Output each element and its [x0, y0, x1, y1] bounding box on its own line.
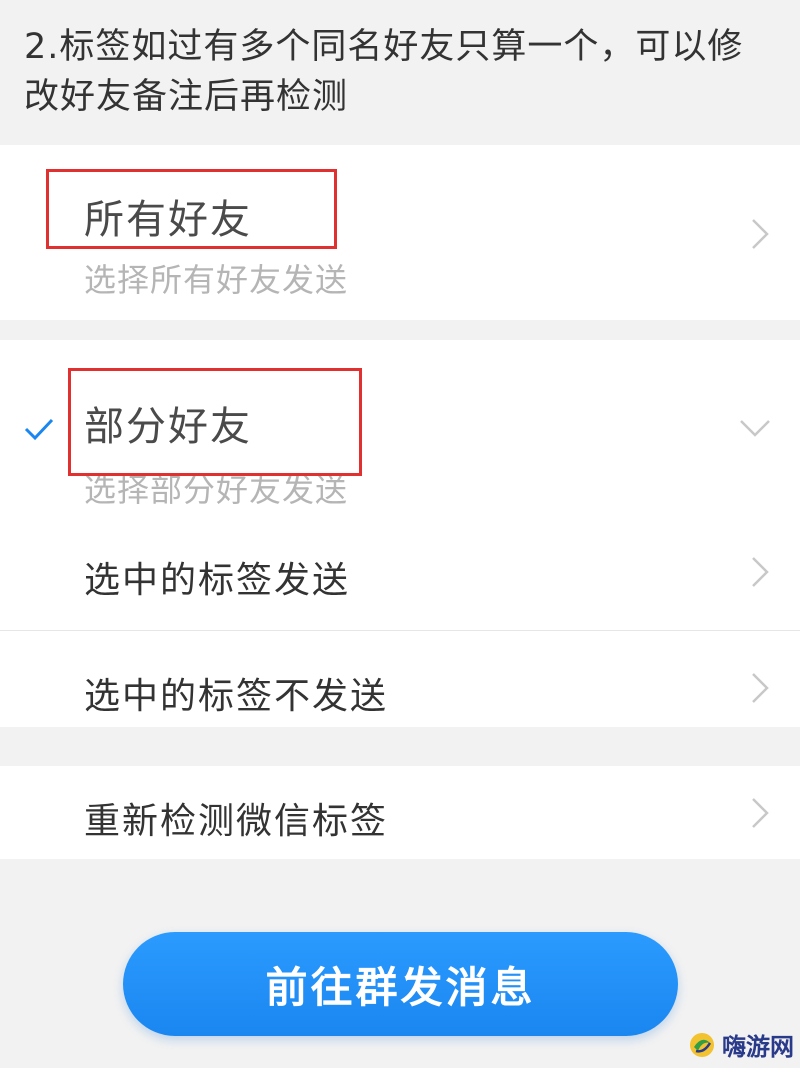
chevron-down-icon — [740, 420, 770, 437]
chevron-right-icon — [752, 798, 769, 828]
option-all-friends-subtitle: 选择所有好友发送 — [84, 261, 349, 299]
option-card-some-friends: 部分好友 选择部分好友发送 选中的标签发送 选中的标签不发送 — [0, 340, 800, 727]
option-some-friends-row[interactable]: 部分好友 选择部分好友发送 — [0, 340, 800, 515]
chevron-right-icon — [752, 673, 769, 703]
notice-banner: 2.标签如过有多个同名好友只算一个，可以修改好友备注后再检测 — [0, 0, 800, 145]
sub-option-exclude-selected-label: 选中的标签不发送 — [84, 676, 389, 717]
checkmark-icon — [24, 418, 54, 441]
watermark: 嗨游网 — [688, 1027, 794, 1062]
watermark-text: 嗨游网 — [722, 1033, 794, 1061]
go-mass-send-button[interactable]: 前往群发消息 — [123, 932, 678, 1036]
chevron-right-icon — [752, 557, 769, 587]
notice-text: 2.标签如过有多个同名好友只算一个，可以修改好友备注后再检测 — [24, 27, 744, 117]
chevron-right-icon — [752, 219, 769, 249]
option-card-all-friends[interactable]: 所有好友 选择所有好友发送 — [0, 145, 800, 320]
sub-option-exclude-selected[interactable]: 选中的标签不发送 — [0, 631, 800, 727]
recheck-tags-row[interactable]: 重新检测微信标签 — [0, 766, 800, 859]
highlight-box-all-friends — [46, 169, 337, 249]
watermark-logo-icon — [690, 1032, 714, 1057]
highlight-box-some-friends — [68, 368, 362, 476]
sub-option-send-selected[interactable]: 选中的标签发送 — [0, 515, 800, 630]
sub-option-send-selected-label: 选中的标签发送 — [84, 560, 351, 601]
recheck-tags-label: 重新检测微信标签 — [84, 801, 389, 842]
